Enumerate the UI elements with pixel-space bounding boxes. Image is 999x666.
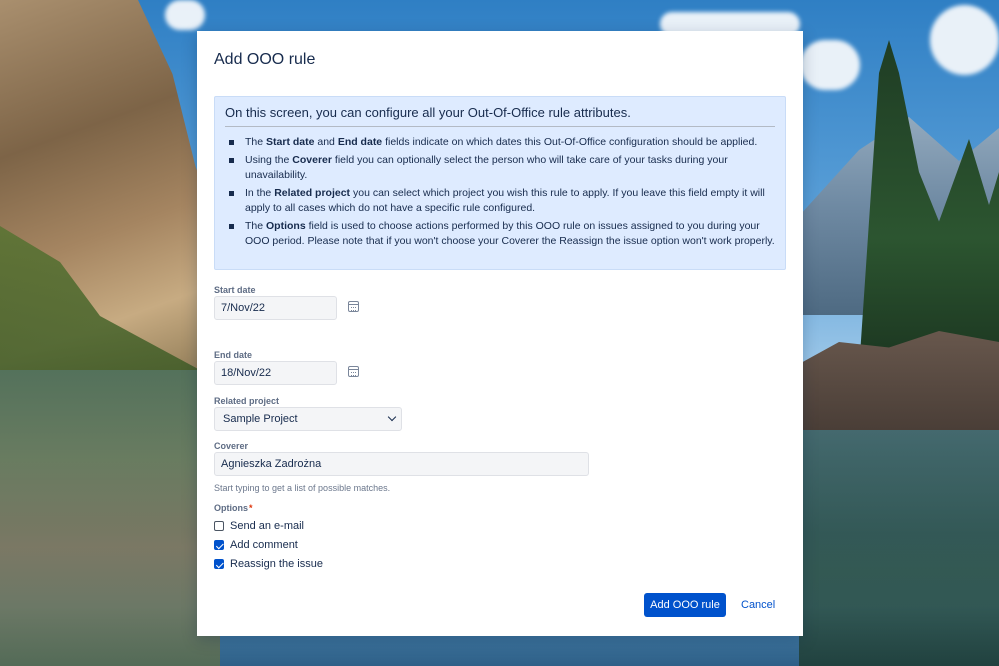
- calendar-icon[interactable]: [348, 366, 359, 377]
- option-label: Send an e-mail: [230, 520, 304, 532]
- option-reassign-the-issue[interactable]: Reassign the issue: [214, 558, 323, 570]
- start-date-input[interactable]: [214, 296, 337, 320]
- related-project-label: Related project: [214, 396, 280, 406]
- end-date-label: End date: [214, 350, 253, 360]
- checkbox[interactable]: [214, 559, 224, 569]
- add-ooo-rule-dialog: Add OOO rule On this screen, you can con…: [197, 31, 803, 636]
- coverer-label: Coverer: [214, 441, 249, 451]
- calendar-icon[interactable]: [348, 301, 359, 312]
- info-list: The Start date and End date fields indic…: [225, 135, 775, 249]
- info-list-item: The Options field is used to choose acti…: [229, 220, 775, 247]
- info-list-item: In the Related project you can select wh…: [229, 186, 775, 216]
- related-project-select[interactable]: Sample Project: [214, 407, 402, 431]
- chevron-down-icon: [387, 412, 397, 422]
- coverer-input[interactable]: [214, 452, 589, 476]
- option-label: Add comment: [230, 539, 298, 551]
- info-list-item: Using the Coverer field you can optional…: [229, 153, 775, 183]
- checkbox[interactable]: [214, 521, 224, 531]
- related-project-value: Sample Project: [223, 413, 298, 425]
- info-list-item: The Start date and End date fields indic…: [229, 135, 775, 150]
- info-heading: On this screen, you can configure all yo…: [225, 105, 775, 127]
- add-ooo-rule-button[interactable]: Add OOO rule: [644, 593, 726, 617]
- coverer-hint: Start typing to get a list of possible m…: [214, 483, 391, 493]
- start-date-label: Start date: [214, 285, 256, 295]
- dialog-title: Add OOO rule: [214, 51, 316, 68]
- option-send-an-e-mail[interactable]: Send an e-mail: [214, 520, 304, 532]
- option-add-comment[interactable]: Add comment: [214, 539, 298, 551]
- info-panel: On this screen, you can configure all yo…: [214, 96, 786, 270]
- end-date-input[interactable]: [214, 361, 337, 385]
- required-marker: *: [249, 503, 253, 513]
- checkbox[interactable]: [214, 540, 224, 550]
- option-label: Reassign the issue: [230, 558, 323, 570]
- cancel-button[interactable]: Cancel: [737, 593, 779, 617]
- options-label: Options*: [214, 503, 253, 513]
